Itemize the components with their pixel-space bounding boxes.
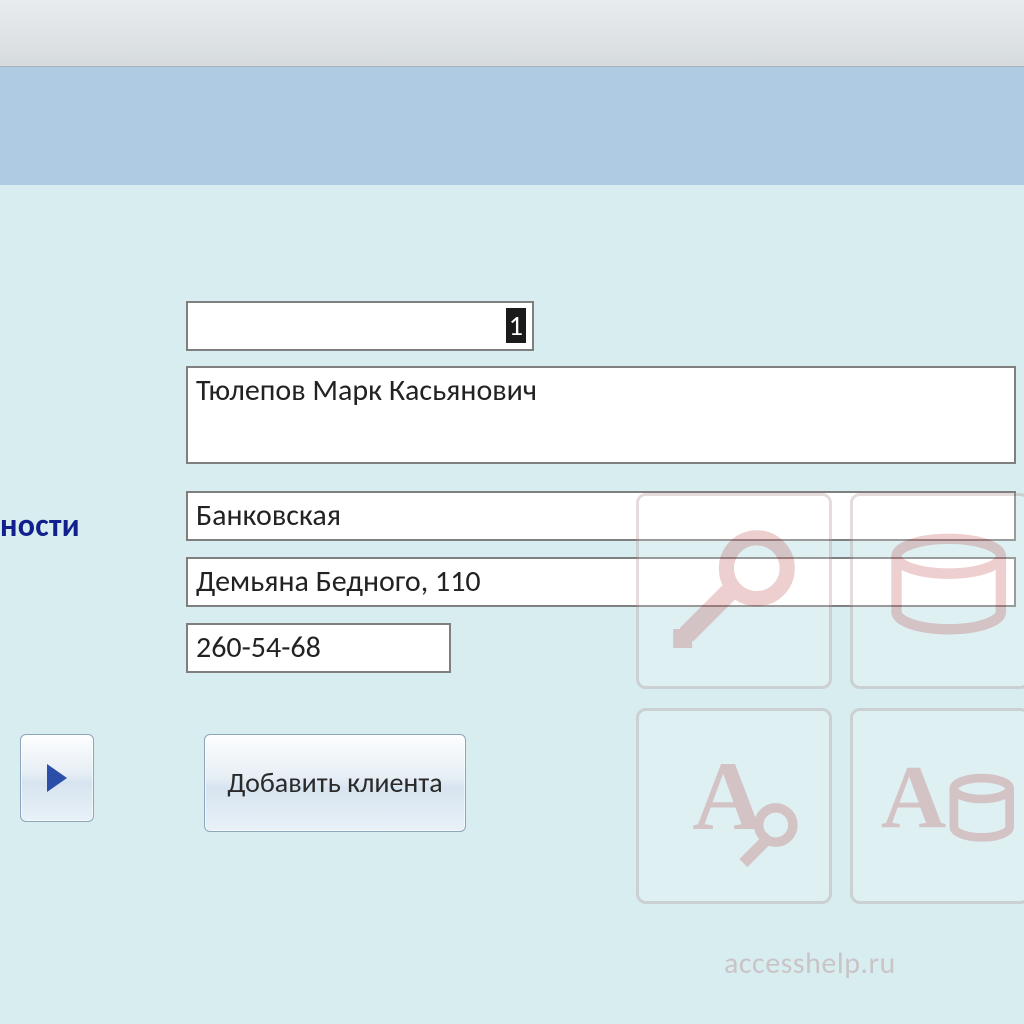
id-field[interactable]: . 1 — [186, 301, 534, 351]
phone-value: 260-54-68 — [196, 629, 321, 666]
svg-text:A: A — [881, 746, 946, 847]
svg-text:A: A — [692, 742, 763, 851]
access-app-icon — [850, 493, 1024, 689]
activity-value: Банковская — [196, 497, 341, 534]
form-header-band — [0, 67, 1024, 186]
watermark-text: accesshelp.ru — [724, 945, 896, 982]
phone-field[interactable]: 260-54-68 — [186, 623, 451, 673]
arrow-right-icon — [47, 764, 67, 792]
access-a-key-icon: A — [636, 708, 832, 904]
id-value: 1 — [506, 308, 526, 343]
ribbon-toolbar — [0, 0, 1024, 67]
add-client-label: Добавить клиента — [227, 767, 442, 799]
access-a-db-icon: A — [850, 708, 1024, 904]
name-value: Тюлепов Марк Касьянович — [196, 372, 537, 409]
access-key-icon — [636, 493, 832, 689]
label-activity-partial: ности — [0, 506, 80, 545]
next-record-button[interactable] — [20, 734, 94, 822]
name-field[interactable]: Тюлепов Марк Касьянович — [186, 366, 1016, 464]
form-body: ности . 1 Тюлепов Марк Касьянович Банков… — [0, 185, 1024, 1024]
address-value: Демьяна Бедного, 110 — [196, 563, 481, 600]
add-client-button[interactable]: Добавить клиента — [204, 734, 466, 832]
